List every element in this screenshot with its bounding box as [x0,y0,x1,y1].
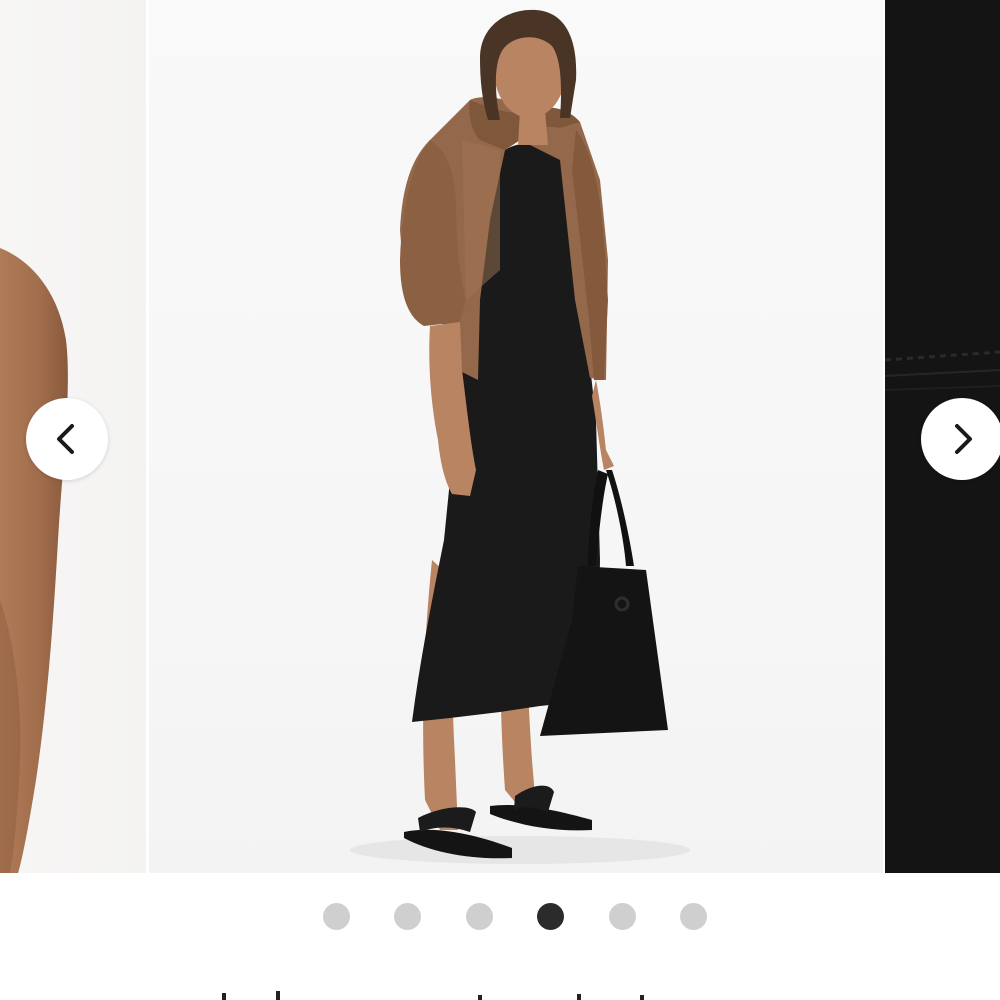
product-image-carousel[interactable] [0,0,1000,873]
current-slide-image [149,0,883,873]
pagination-dot-6[interactable] [680,903,707,930]
pagination-dot-1[interactable] [323,903,350,930]
pagination-dot-2[interactable] [394,903,421,930]
previous-slide-button[interactable] [26,398,108,480]
chevron-right-icon [955,424,972,454]
pagination-dot-4[interactable] [537,903,564,930]
next-slide-button[interactable] [921,398,1000,480]
cut-off-content [0,985,1000,1000]
carousel-pagination [0,903,1000,931]
pagination-dot-3[interactable] [466,903,493,930]
pagination-dot-5[interactable] [609,903,636,930]
chevron-left-icon [57,424,74,454]
